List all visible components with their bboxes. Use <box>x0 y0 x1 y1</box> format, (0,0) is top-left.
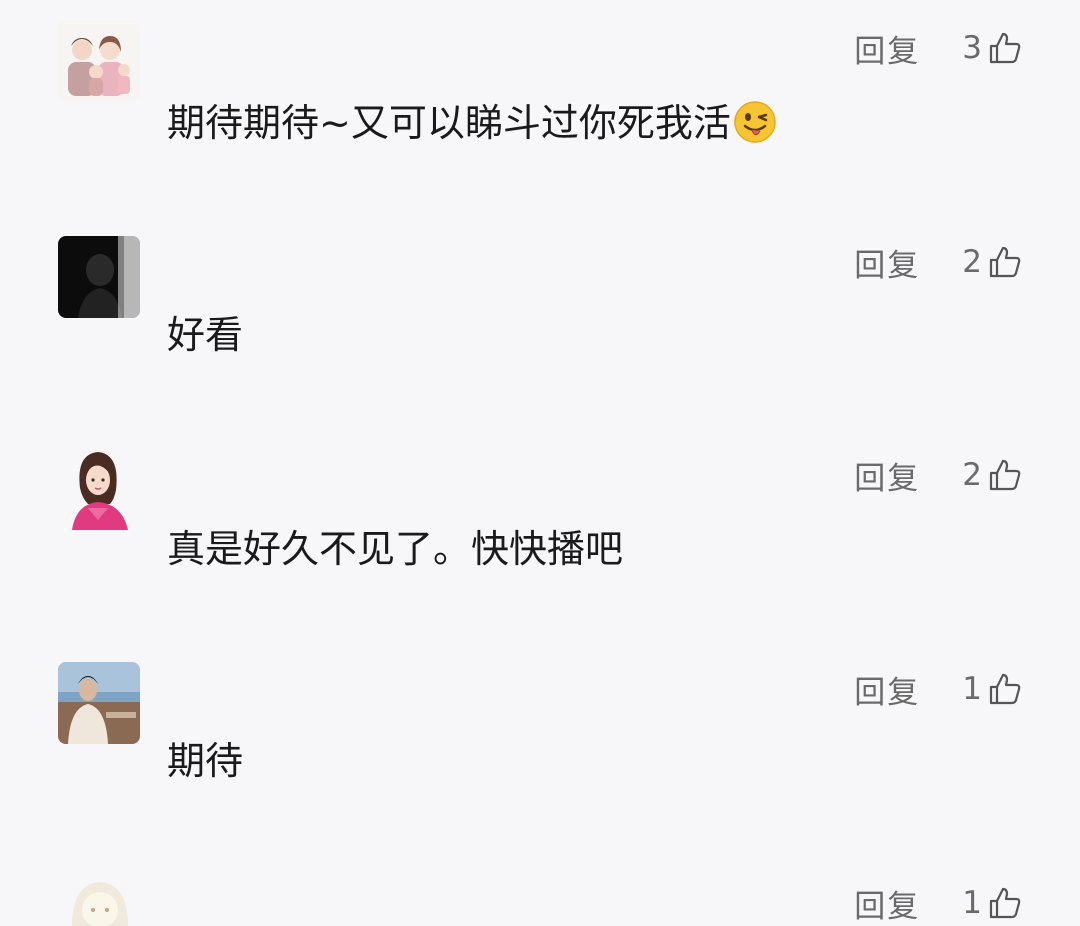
like-count: 1 <box>962 885 982 921</box>
reply-button[interactable]: 回复 <box>854 881 920 926</box>
thumbs-up-icon <box>989 246 1021 278</box>
avatar[interactable] <box>58 448 140 530</box>
comment-actions: 回复 3 <box>854 26 1022 71</box>
like-count: 1 <box>962 671 982 707</box>
like-button[interactable]: 1 <box>920 885 1022 921</box>
like-button[interactable]: 2 <box>920 244 1022 280</box>
comment-actions: 回复 2 <box>854 240 1022 285</box>
like-count: 2 <box>962 244 982 280</box>
like-count: 3 <box>962 30 982 66</box>
reply-button[interactable]: 回复 <box>854 240 920 285</box>
like-button[interactable]: 2 <box>920 457 1022 493</box>
thumbs-up-icon <box>989 887 1021 919</box>
like-button[interactable]: 1 <box>920 671 1022 707</box>
person-photo-avatar-icon <box>58 662 140 744</box>
cartoon-face-avatar-icon <box>58 876 140 926</box>
dark-silhouette-avatar-icon <box>58 236 140 318</box>
comment-actions: 回复 2 <box>854 453 1022 498</box>
reply-button[interactable]: 回复 <box>854 453 920 498</box>
thumbs-up-icon <box>989 673 1021 705</box>
thumbs-up-icon <box>989 459 1021 491</box>
comment-text: 期待 <box>167 739 244 783</box>
avatar[interactable] <box>58 236 140 318</box>
comment-text: 期待期待~又可以睇斗过你死我活 <box>167 92 777 147</box>
reply-button[interactable]: 回复 <box>854 26 920 71</box>
avatar[interactable] <box>58 20 140 102</box>
family-cartoon-avatar-icon <box>58 20 140 102</box>
avatar[interactable] <box>58 662 140 744</box>
avatar[interactable] <box>58 876 140 926</box>
comment-text: 真是好久不见了。快快播吧 <box>167 527 624 571</box>
like-count: 2 <box>962 457 982 493</box>
comment-text-body: 期待期待~又可以睇斗过你死我活 <box>167 101 731 145</box>
reply-button[interactable]: 回复 <box>854 667 920 712</box>
thumbs-up-icon <box>989 32 1021 64</box>
comment-actions: 回复 1 <box>854 667 1022 712</box>
like-button[interactable]: 3 <box>920 30 1022 66</box>
comment-actions: 回复 1 <box>854 881 1022 926</box>
girl-cartoon-avatar-icon <box>58 448 140 530</box>
comment-text: 好看 <box>167 313 244 357</box>
winking-tongue-emoji-icon <box>734 101 776 143</box>
